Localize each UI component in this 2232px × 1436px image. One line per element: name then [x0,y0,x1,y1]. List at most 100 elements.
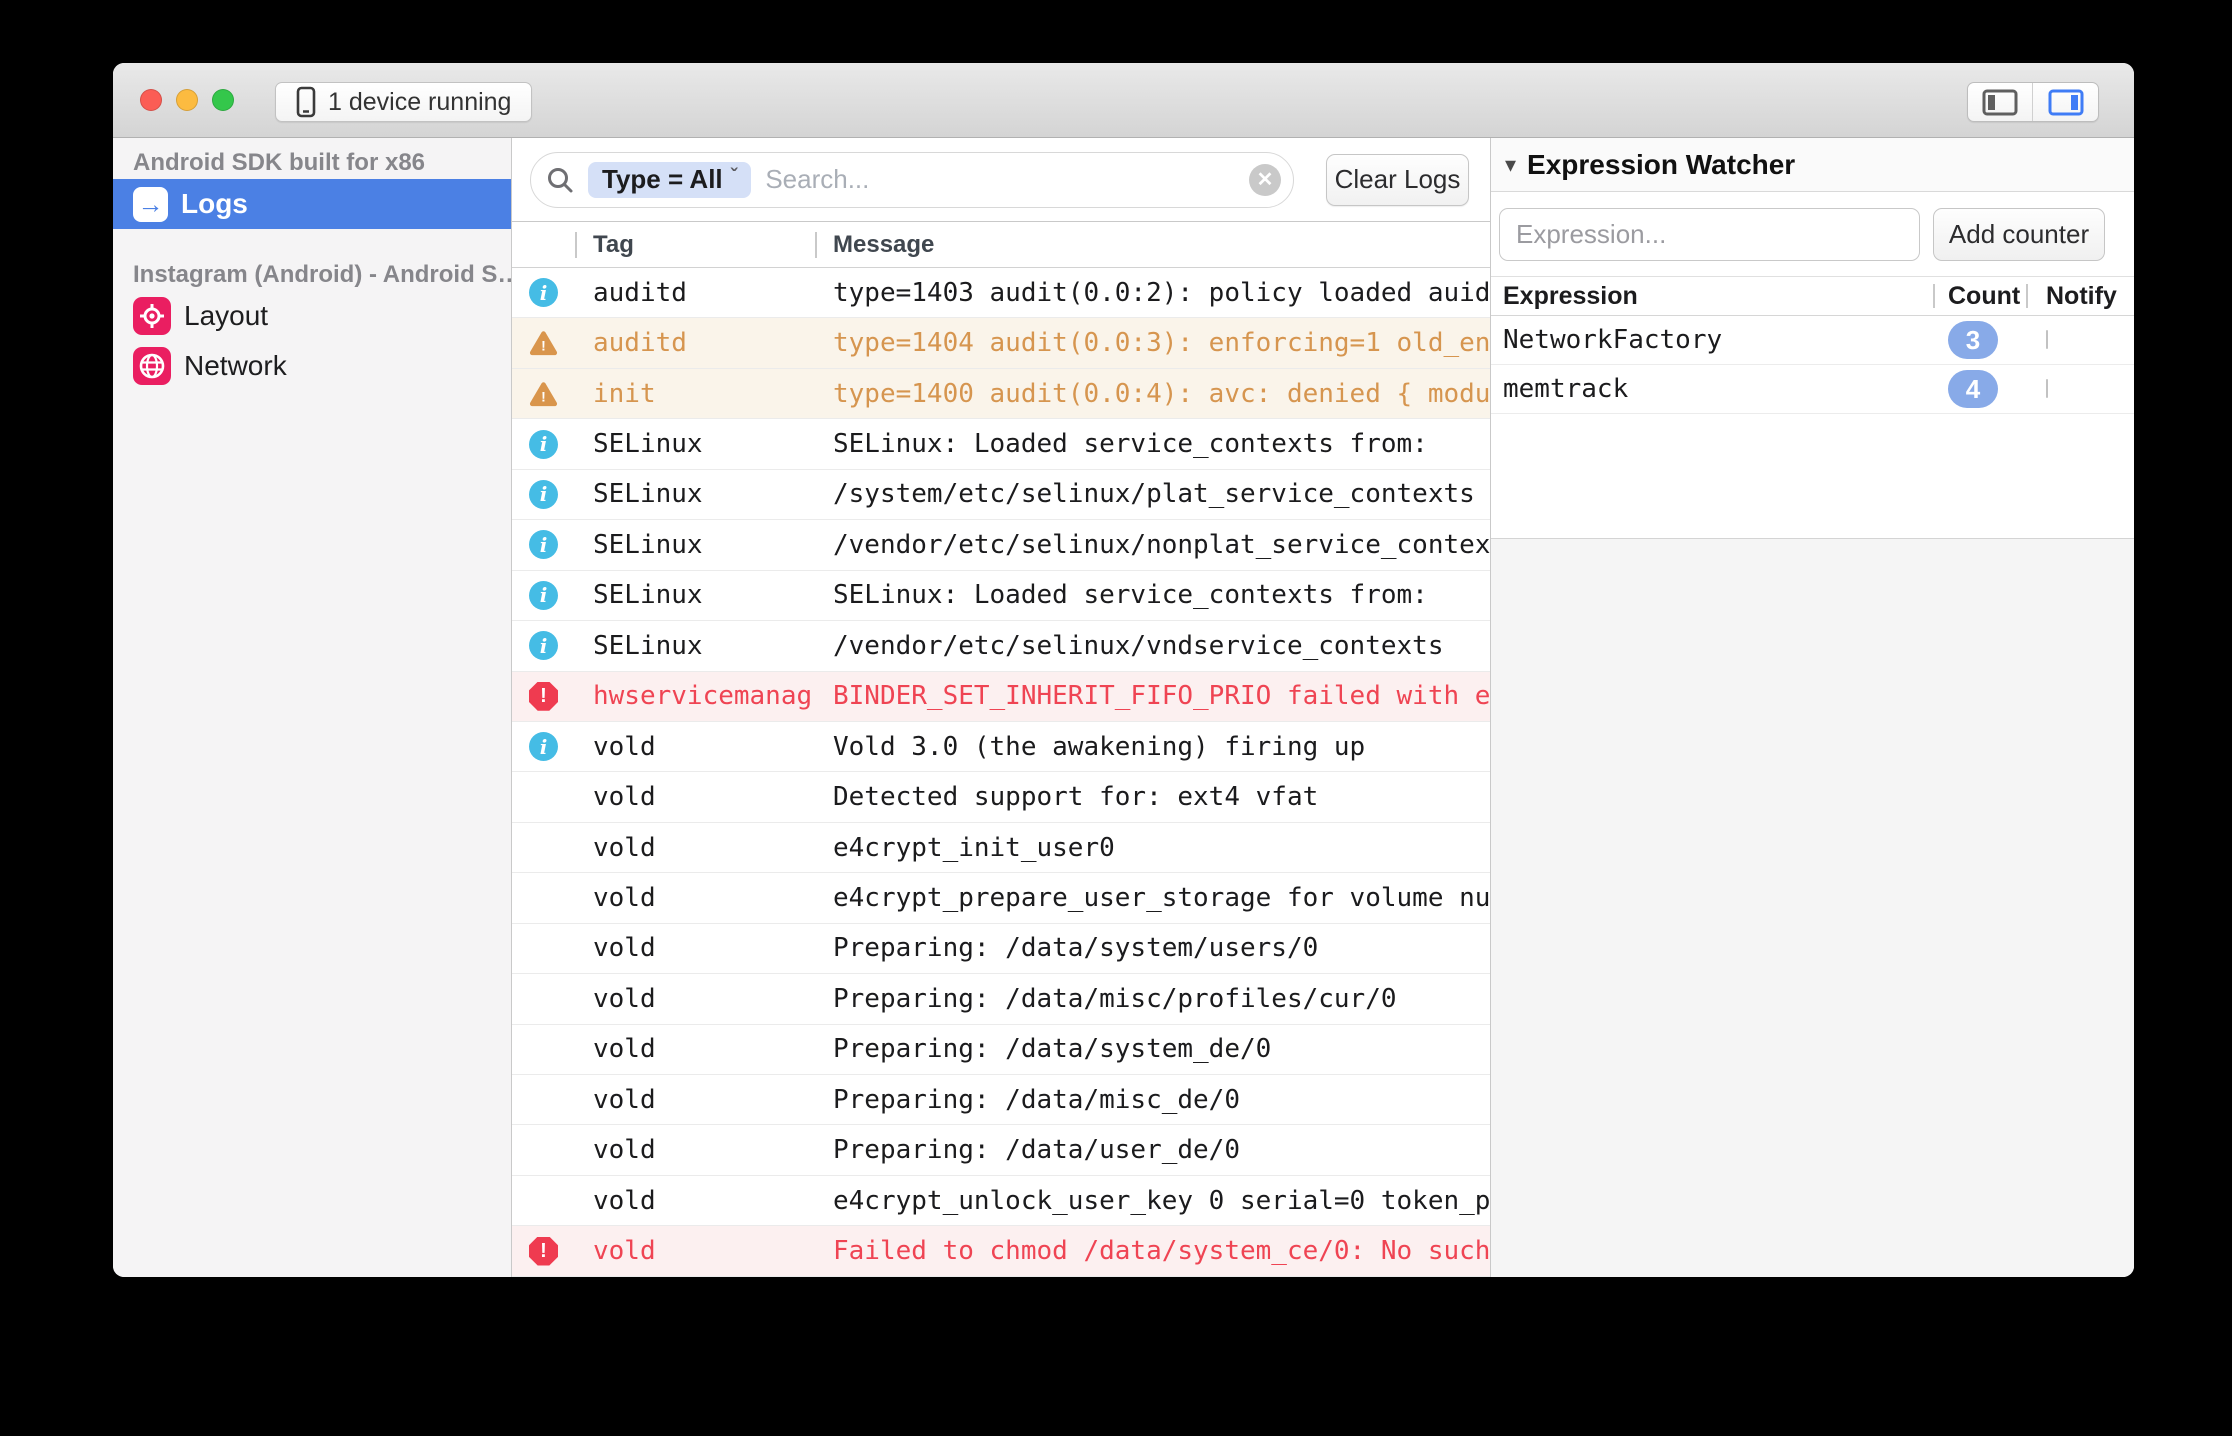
chevron-down-icon: ˇ [730,166,738,188]
log-message: BINDER_SET_INHERIT_FIFO_PRIO failed with… [833,681,1490,712]
log-row[interactable]: ! vold e4crypt_unlock_user_key 0 serial=… [512,1176,1490,1227]
expression-column-header: Expression [1503,281,1638,310]
log-message: e4crypt_init_user0 [833,832,1115,863]
add-counter-button[interactable]: Add counter [1933,208,2105,261]
type-filter-chip[interactable]: Type = All ˇ [588,161,752,198]
zoom-button[interactable] [212,89,234,111]
log-row[interactable]: ! vold Vold 3.0 (the awakening) firing u… [512,722,1490,773]
logs-panel: Type = All ˇ ✕ Clear Logs Tag Message [512,138,1490,1277]
log-row[interactable]: ! vold Detected support for: ext4 vfat [512,772,1490,823]
notify-checkbox[interactable] [2046,330,2048,349]
sidebar-item-layout[interactable]: Layout [113,291,511,341]
app-window: 1 device running Android SDK built for x… [113,63,2134,1277]
sidebar-item-logs[interactable]: → Logs [113,179,511,229]
count-column-header: Count [1933,282,2026,311]
log-message: Preparing: /data/misc_de/0 [833,1084,1240,1115]
warning-icon: ! [529,379,558,408]
log-tag: vold [593,933,656,964]
log-row[interactable]: ! vold Preparing: /data/system/users/0 [512,924,1490,975]
log-row[interactable]: ! vold Preparing: /data/misc/profiles/cu… [512,974,1490,1025]
log-table-header: Tag Message [512,222,1490,268]
log-row[interactable]: ! SELinux /vendor/etc/selinux/nonplat_se… [512,520,1490,571]
log-tag: SELinux [593,630,703,661]
log-row[interactable]: ! SELinux SELinux: Loaded service_contex… [512,419,1490,470]
log-tag: vold [593,1135,656,1166]
log-message: Preparing: /data/system_de/0 [833,1034,1272,1065]
tag-column-header: Tag [575,231,815,259]
log-row[interactable]: ! SELinux /vendor/etc/selinux/vndservice… [512,621,1490,672]
log-message: type=1403 audit(0.0:2): policy loaded au… [833,277,1490,308]
disclosure-triangle-icon: ▾ [1505,151,1517,177]
clear-logs-button[interactable]: Clear Logs [1326,153,1469,206]
left-panel-toggle-button[interactable] [1968,83,2033,121]
log-row[interactable]: ! auditd type=1404 audit(0.0:3): enforci… [512,318,1490,369]
log-row[interactable]: ! hwservicemanag BINDER_SET_INHERIT_FIFO… [512,671,1490,722]
log-row[interactable]: ! vold Preparing: /data/misc_de/0 [512,1075,1490,1126]
log-row[interactable]: ! vold e4crypt_prepare_user_storage for … [512,873,1490,924]
log-tag: SELinux [593,529,703,560]
clear-search-icon[interactable]: ✕ [1249,163,1281,196]
search-input[interactable] [765,164,1235,195]
expression-watcher-title: Expression Watcher [1527,148,1796,180]
warning-icon: ! [529,329,558,358]
log-message: type=1400 audit(0.0:4): avc: denied { mo… [833,378,1490,409]
expression-watcher-panel: ▾ Expression Watcher Add counter Express… [1490,138,2134,1277]
search-bar[interactable]: Type = All ˇ ✕ [530,151,1294,208]
close-button[interactable] [140,89,162,111]
log-row[interactable]: ! vold Preparing: /data/user_de/0 [512,1125,1490,1176]
minimize-button[interactable] [176,89,198,111]
sidebar-item-label: Layout [184,300,269,331]
log-row[interactable]: ! vold Failed to chmod /data/system_ce/0… [512,1226,1490,1277]
log-row[interactable]: ! vold Preparing: /data/system_de/0 [512,1025,1490,1075]
sidebar-item-label: Logs [181,188,248,219]
log-message: SELinux: Loaded service_contexts from: [833,580,1428,611]
log-row[interactable]: ! vold e4crypt_init_user0 [512,823,1490,874]
log-row[interactable]: ! init type=1400 audit(0.0:4): avc: deni… [512,368,1490,420]
svg-text:!: ! [541,338,546,354]
log-message: Preparing: /data/misc/profiles/cur/0 [833,983,1397,1014]
log-tag: vold [593,1034,656,1065]
log-message: /vendor/etc/selinux/nonplat_service_cont… [833,529,1490,560]
log-tag: vold [593,731,656,762]
log-tag: SELinux [593,429,703,460]
log-row[interactable]: ! auditd type=1403 audit(0.0:2): policy … [512,268,1490,319]
expression-watcher-header[interactable]: ▾ Expression Watcher [1491,138,2134,192]
log-row[interactable]: ! SELinux SELinux: Loaded service_contex… [512,571,1490,622]
log-message: /system/etc/selinux/plat_service_context… [833,479,1475,510]
log-message: e4crypt_unlock_user_key 0 serial=0 token… [833,1185,1490,1216]
log-message: Detected support for: ext4 vfat [833,782,1319,813]
info-icon [529,278,558,308]
expression-watcher-body: Add counter Expression Count Notify Netw… [1491,192,2134,538]
watcher-row: NetworkFactory 3 [1491,316,2134,365]
panel-toggle-group [1967,82,2099,122]
log-tag: vold [593,1185,656,1216]
log-tag: vold [593,1236,656,1267]
right-panel-toggle-button[interactable] [2033,83,2098,121]
log-tag: hwservicemanag [593,681,813,712]
log-message: /vendor/etc/selinux/vndservice_contexts [833,630,1444,661]
log-message: Failed to chmod /data/system_ce/0: No su… [833,1236,1490,1267]
device-status-label: 1 device running [328,87,512,116]
log-message: SELinux: Loaded service_contexts from: [833,429,1428,460]
info-icon [529,429,558,459]
log-message: type=1404 audit(0.0:3): enforcing=1 old_… [833,328,1490,359]
sidebar-item-network[interactable]: Network [113,341,511,391]
watched-expression: memtrack [1503,374,1629,404]
device-status-button[interactable]: 1 device running [275,82,533,122]
watcher-row: memtrack 4 [1491,365,2134,414]
log-tag: auditd [593,277,687,308]
log-table-body: ! auditd type=1403 audit(0.0:2): policy … [512,268,1490,1277]
log-tag: vold [593,832,656,863]
message-column-header: Message [815,231,1490,259]
watcher-table-body: NetworkFactory 3 memtrack 4 [1491,316,2134,414]
titlebar: 1 device running [113,63,2134,138]
notify-checkbox[interactable] [2046,379,2048,398]
expression-input[interactable] [1499,208,1920,261]
info-icon [529,631,558,661]
smartphone-icon [296,86,316,118]
error-icon [529,681,558,711]
svg-text:!: ! [541,388,546,404]
panel-empty-area [1491,538,2134,1277]
log-tag: SELinux [593,479,703,510]
log-row[interactable]: ! SELinux /system/etc/selinux/plat_servi… [512,470,1490,521]
